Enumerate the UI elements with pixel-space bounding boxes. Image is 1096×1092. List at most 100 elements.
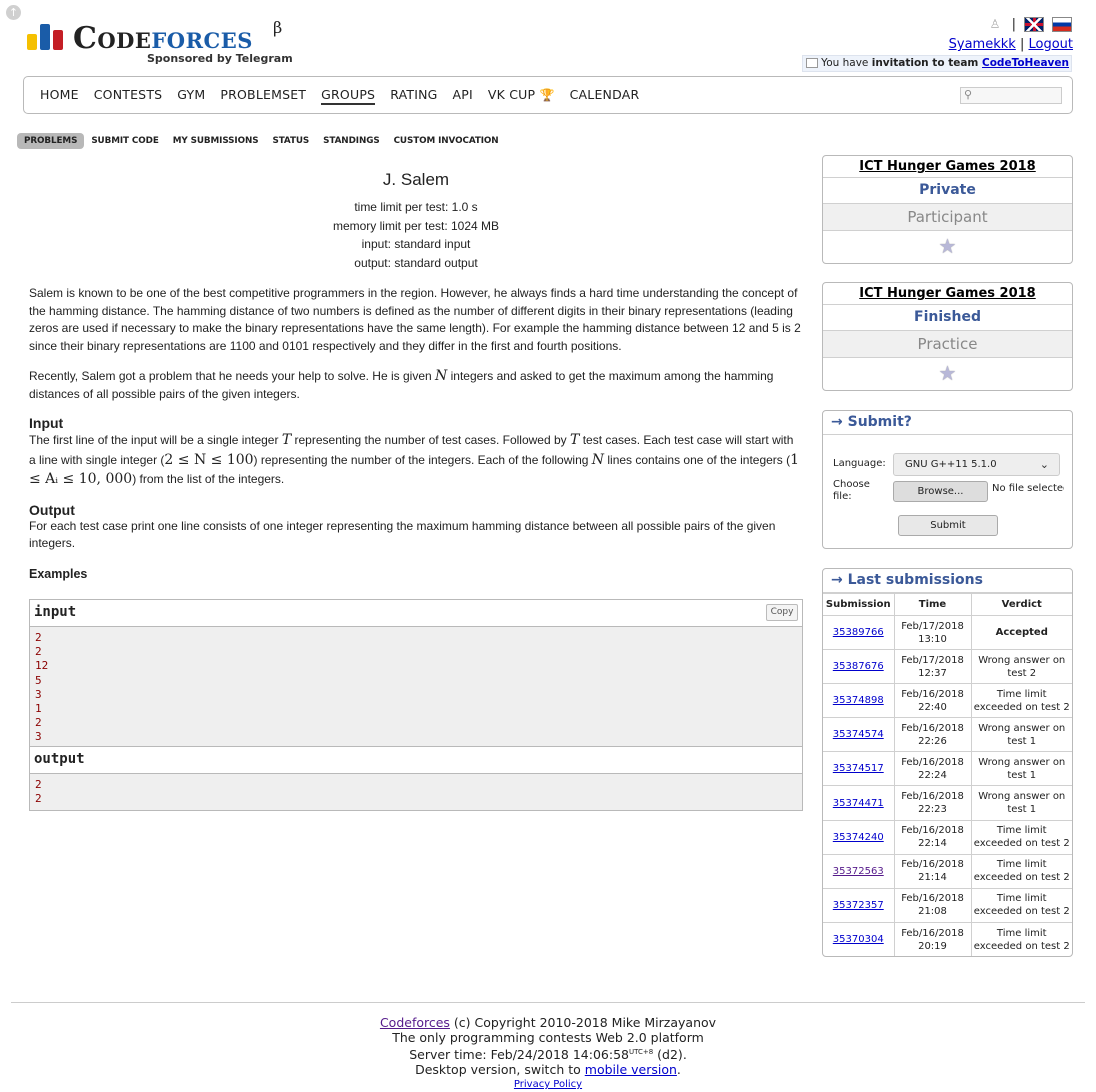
table-row: 35374898 Feb/16/2018 22:40 Time limit ex…: [823, 683, 1072, 719]
submit-button[interactable]: Submit: [898, 515, 998, 536]
main-menu: Home Contests Gym Problemset Groups Rati…: [23, 76, 1073, 114]
tab-problems[interactable]: Problems: [17, 133, 85, 149]
submission-verdict: Wrong answer on test 1: [970, 751, 1072, 787]
contest-box-finished: ICT Hunger Games 2018 Finished Practice …: [822, 282, 1073, 391]
menu-calendar[interactable]: Calendar: [570, 87, 640, 105]
submission-link[interactable]: 35387676: [833, 661, 884, 672]
contest-box-private: ICT Hunger Games 2018 Private Participan…: [822, 155, 1073, 264]
menu-rating[interactable]: Rating: [390, 87, 437, 105]
submit-caption: → Submit?: [823, 411, 1072, 435]
contest-name-link[interactable]: ICT Hunger Games 2018: [859, 286, 1035, 301]
tab-my-submissions[interactable]: My Submissions: [166, 133, 266, 149]
submission-verdict: Time limit exceeded on test 2: [970, 819, 1072, 855]
contest-status: Private: [823, 178, 1072, 204]
menu-vk-cup[interactable]: VK Cup 🏆: [488, 87, 555, 105]
submission-link[interactable]: 35370304: [833, 934, 884, 945]
tab-standings[interactable]: Standings: [316, 133, 386, 149]
sample-input-text[interactable]: 2 2 12 5 3 1 2 3: [30, 627, 802, 749]
submission-verdict: Accepted: [970, 614, 1072, 651]
footer-codeforces-link[interactable]: Codeforces: [380, 1015, 450, 1030]
table-row: 35374240 Feb/16/2018 22:14 Time limit ex…: [823, 819, 1072, 855]
last-submissions-caption: → Last submissions: [823, 569, 1072, 593]
time-limit: time limit per test: 1.0 s: [354, 200, 478, 214]
problem-title: J. Salem: [382, 170, 450, 189]
contest-role: Practice: [823, 331, 1072, 358]
user-links: Syamekkk | Logout: [949, 37, 1073, 52]
search-icon: ⚲: [964, 88, 973, 101]
logo-sponsor: Sponsored by Telegram: [147, 52, 293, 65]
logo-wordmark: Codeforces: [73, 21, 253, 56]
menu-gym[interactable]: Gym: [177, 87, 205, 105]
sample-input-label: input: [34, 604, 77, 620]
submission-link[interactable]: 35374471: [833, 798, 884, 809]
column-header-submission: Submission: [823, 593, 895, 616]
logo-bars-icon: [27, 24, 67, 50]
submission-link[interactable]: 35372357: [833, 900, 884, 911]
tab-custom-invocation[interactable]: Custom Invocation: [387, 133, 506, 149]
desktop-version-note: Desktop version, switch to mobile versio…: [415, 1062, 681, 1078]
footer-tagline: The only programming contests Web 2.0 pl…: [392, 1030, 704, 1045]
scroll-top-icon[interactable]: ↑: [6, 5, 21, 20]
input-file: input: standard input: [361, 237, 471, 251]
header-icons: ♙ |: [990, 14, 1072, 34]
privacy-policy-link[interactable]: Privacy Policy: [514, 1079, 582, 1090]
search-input[interactable]: ⚲: [960, 87, 1062, 104]
copy-input-button[interactable]: Copy: [766, 604, 798, 621]
column-header-time: Time: [893, 593, 972, 616]
submission-verdict: Time limit exceeded on test 2: [970, 853, 1072, 889]
tab-status[interactable]: Status: [265, 133, 316, 149]
envelope-icon: [806, 58, 819, 68]
menu-api[interactable]: API: [453, 87, 473, 105]
contest-name-link[interactable]: ICT Hunger Games 2018: [859, 159, 1035, 174]
menu-contests[interactable]: Contests: [94, 87, 163, 105]
table-row: 35372357 Feb/16/2018 21:08 Time limit ex…: [823, 887, 1072, 923]
submission-time: Feb/16/2018 22:14: [893, 819, 972, 855]
mobile-version-link[interactable]: mobile version: [585, 1062, 677, 1077]
russian-flag-icon[interactable]: [1052, 16, 1072, 32]
table-row: 35374574 Feb/16/2018 22:26 Wrong answer …: [823, 717, 1072, 753]
server-time: Server time: Feb/24/2018 14:06:58UTC+8 (…: [409, 1047, 687, 1063]
table-row: 35389766 Feb/17/2018 13:10 Accepted: [823, 614, 1072, 651]
tab-submit-code[interactable]: Submit Code: [84, 133, 165, 149]
language-label: Language:: [833, 458, 886, 469]
output-section-title: Output: [29, 501, 75, 518]
sample-input-block: input Copy 2 2 12 5 3 1 2 3: [29, 599, 803, 750]
notification-bell-icon[interactable]: ♙: [990, 17, 1004, 31]
input-specification: The first line of the input will be a si…: [29, 432, 800, 487]
submission-verdict: Wrong answer on test 2: [970, 649, 1072, 685]
last-submissions-box: → Last submissions Submission Time Verdi…: [822, 568, 1073, 958]
submission-time: Feb/16/2018 22:23: [893, 785, 972, 821]
menu-problemset[interactable]: Problemset: [220, 87, 306, 105]
submission-link[interactable]: 35372563: [833, 866, 884, 877]
submission-verdict: Wrong answer on test 1: [970, 717, 1072, 753]
language-select[interactable]: GNU G++11 5.1.0 ⌄: [893, 453, 1060, 476]
submission-time: Feb/16/2018 20:19: [893, 921, 972, 957]
english-flag-icon[interactable]: [1024, 16, 1044, 32]
submission-link[interactable]: 35389766: [833, 627, 884, 638]
submission-time: Feb/16/2018 21:14: [893, 853, 972, 889]
submission-time: Feb/16/2018 22:26: [893, 717, 972, 753]
table-row: 35387676 Feb/17/2018 12:37 Wrong answer …: [823, 649, 1072, 685]
table-row: 35370304 Feb/16/2018 20:19 Time limit ex…: [823, 921, 1072, 957]
logout-link[interactable]: Logout: [1028, 37, 1073, 52]
submission-link[interactable]: 35374240: [833, 832, 884, 843]
codeforces-logo[interactable]: Codeforces β Sponsored by Telegram: [27, 18, 293, 67]
submission-verdict: Time limit exceeded on test 2: [970, 921, 1072, 957]
submission-link[interactable]: 35374898: [833, 695, 884, 706]
submission-time: Feb/16/2018 22:24: [893, 751, 972, 787]
favourite-star-icon[interactable]: ★: [939, 234, 957, 258]
team-link[interactable]: CodeToHeaven: [982, 57, 1069, 69]
output-specification: For each test case print one line consis…: [29, 518, 776, 551]
menu-groups[interactable]: Groups: [321, 87, 376, 105]
submission-link[interactable]: 35374574: [833, 729, 884, 740]
team-invitation: You have invitation to team CodeToHeaven: [802, 55, 1072, 72]
sample-output-label: output: [34, 751, 85, 767]
sample-output-text[interactable]: 2 2: [30, 774, 802, 811]
favourite-star-icon[interactable]: ★: [939, 361, 957, 385]
menu-home[interactable]: Home: [40, 87, 79, 105]
username-link[interactable]: Syamekkk: [949, 37, 1016, 52]
submission-verdict: Time limit exceeded on test 2: [970, 887, 1072, 923]
browse-button[interactable]: Browse...: [893, 481, 988, 502]
submission-link[interactable]: 35374517: [833, 763, 884, 774]
table-row: 35372563 Feb/16/2018 21:14 Time limit ex…: [823, 853, 1072, 889]
